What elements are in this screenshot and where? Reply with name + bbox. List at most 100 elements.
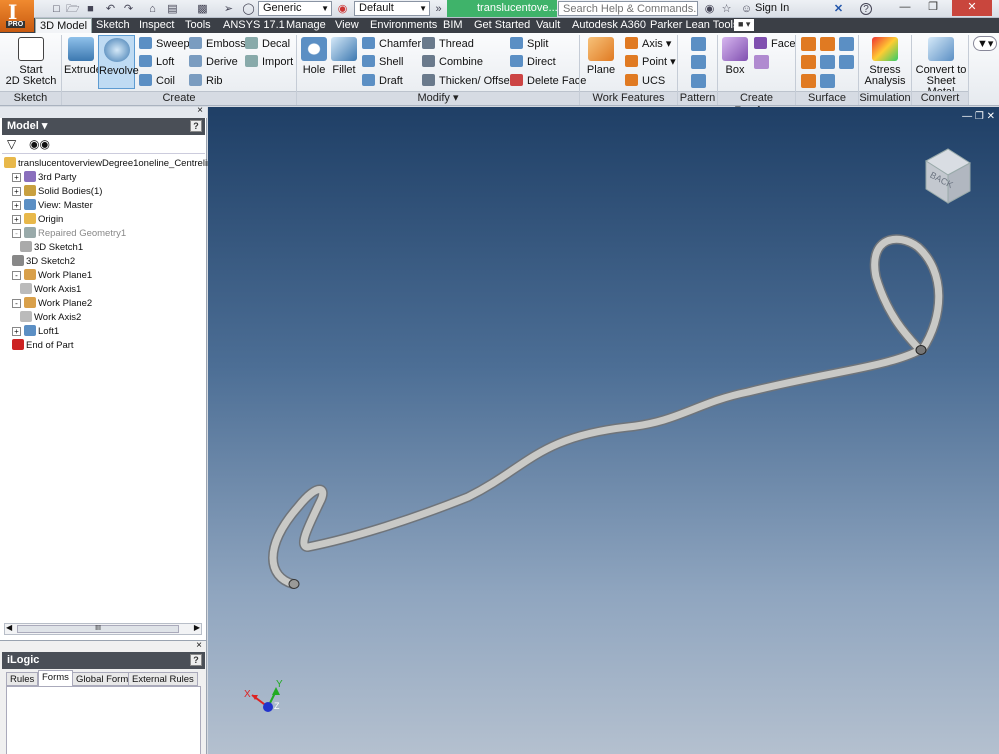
horizontal-scrollbar[interactable]: ◀ III ▶ [4, 623, 202, 635]
tree-item[interactable]: + Origin [12, 213, 63, 227]
rib-button[interactable]: Rib [189, 74, 223, 89]
tab-manage[interactable]: Manage [286, 18, 326, 33]
repair-icon[interactable] [801, 74, 816, 88]
axis-button[interactable]: Axis ▾ [625, 37, 671, 52]
help-button[interactable]: ? [860, 3, 872, 15]
tab-environments[interactable]: Environments [370, 18, 437, 33]
tree-item[interactable]: - Work Plane1 [12, 269, 92, 283]
save-icon[interactable]: ■ [84, 3, 97, 15]
close-icon[interactable]: × [196, 640, 202, 651]
extend-icon[interactable] [820, 55, 835, 69]
tree-item[interactable]: - Work Plane2 [12, 297, 92, 311]
exchange-apps-icon[interactable]: ✕ [832, 3, 845, 15]
extrude-button[interactable]: Extrude [64, 35, 102, 89]
sculpt-icon[interactable] [820, 37, 835, 51]
tree-item[interactable]: + Solid Bodies(1) [12, 185, 102, 199]
undo-icon[interactable]: ↶ [104, 3, 117, 15]
chamfer-button[interactable]: Chamfer [362, 37, 421, 52]
expand-icon[interactable]: + [12, 327, 21, 336]
tab-forms[interactable]: Forms [38, 670, 73, 686]
graphics-viewport[interactable]: — ❐ ✕ BACK X Y Z [208, 107, 999, 754]
app-logo-button[interactable]: I PRO [0, 0, 34, 32]
sweep-button[interactable]: Sweep [139, 37, 190, 52]
scroll-right-icon[interactable]: ▶ [194, 623, 200, 632]
ribbon-customize-button[interactable]: ▼▾ [973, 36, 998, 51]
loft-button[interactable]: Loft [139, 55, 174, 70]
tree-item[interactable]: 3D Sketch2 [12, 255, 75, 269]
tab-3d-model[interactable]: 3D Model [35, 18, 93, 33]
tab-tools[interactable]: Tools [185, 18, 211, 33]
delete-face-button[interactable]: Delete Face [510, 74, 586, 89]
stitch-icon[interactable] [801, 37, 816, 51]
close-button[interactable]: ✕ [952, 0, 992, 16]
plane-button[interactable]: Plane [584, 35, 618, 89]
coil-button[interactable]: Coil [139, 74, 175, 89]
tree-item[interactable]: Work Axis2 [20, 311, 81, 325]
draft-button[interactable]: Draft [362, 74, 403, 89]
tab-external-rules[interactable]: External Rules [128, 672, 198, 686]
freeform-face-button[interactable]: Face [754, 37, 795, 52]
help-button[interactable]: ? [190, 120, 202, 132]
split-button[interactable]: Split [510, 37, 548, 52]
collapse-icon[interactable]: - [12, 229, 21, 238]
tab-rules[interactable]: Rules [6, 672, 39, 686]
collapse-icon[interactable]: - [12, 299, 21, 308]
help-search-input[interactable] [558, 1, 698, 16]
expand-icon[interactable]: + [12, 201, 21, 210]
tab-vault[interactable]: Vault [536, 18, 560, 33]
binoculars-icon[interactable]: ◉◉ [29, 137, 50, 151]
shell-button[interactable]: Shell [362, 55, 403, 70]
tab-ansys[interactable]: ANSYS 17.1 [223, 18, 285, 33]
binoculars-icon[interactable]: ◉ [703, 3, 716, 15]
filter-icon[interactable]: ▽ [7, 137, 16, 151]
collapse-icon[interactable]: - [12, 271, 21, 280]
tab-parker-lean-tools[interactable]: Parker Lean Tools [650, 18, 738, 33]
stress-analysis-button[interactable]: Stress Analysis [862, 35, 908, 89]
tab-view[interactable]: View [335, 18, 359, 33]
home-icon[interactable]: ⌂ [146, 3, 159, 15]
expand-icon[interactable]: + [12, 173, 21, 182]
scrollbar-thumb[interactable]: III [17, 625, 179, 633]
import-button[interactable]: Import [245, 55, 293, 70]
tab-sketch[interactable]: Sketch [96, 18, 130, 33]
tab-inspect[interactable]: Inspect [139, 18, 174, 33]
select-priority-icon[interactable]: ➢ [222, 3, 235, 15]
close-icon[interactable]: × [197, 105, 203, 116]
replace-face-icon[interactable] [839, 55, 854, 69]
model-browser-header[interactable]: Model ▾ ? [2, 118, 205, 135]
tab-autodesk-a360[interactable]: Autodesk A360 [572, 18, 646, 33]
overflow-chevron-icon[interactable]: » [432, 3, 445, 15]
patch-icon[interactable] [839, 37, 854, 51]
thread-button[interactable]: Thread [422, 37, 474, 52]
ribbon-options-button[interactable]: ■ ▾ [734, 19, 755, 31]
ucs-button[interactable]: UCS [625, 74, 665, 89]
tree-item[interactable]: + View: Master [12, 199, 93, 213]
tree-item[interactable]: - Repaired Geometry1 [12, 227, 126, 241]
mirror-icon[interactable] [691, 74, 706, 88]
tree-item[interactable]: + Loft1 [12, 325, 59, 339]
viewcube[interactable]: BACK [918, 147, 978, 207]
hole-button[interactable]: Hole [300, 35, 328, 89]
derive-button[interactable]: Derive [189, 55, 238, 70]
favorite-star-icon[interactable]: ☆ [720, 3, 733, 15]
fit-mesh-icon[interactable] [820, 74, 835, 88]
sign-in-link[interactable]: Sign In [755, 2, 789, 14]
redo-icon[interactable]: ↷ [122, 3, 135, 15]
tree-item[interactable]: Work Axis1 [20, 283, 81, 297]
panel-footer-modify[interactable]: Modify ▾ [297, 91, 579, 105]
document-tab[interactable]: translucentove... [447, 0, 558, 17]
start-2d-sketch-button[interactable]: Start 2D Sketch [4, 35, 58, 89]
circular-pattern-icon[interactable] [691, 55, 706, 69]
measure-icon[interactable]: ◯ [242, 3, 255, 15]
decal-button[interactable]: Decal [245, 37, 290, 52]
update-icon[interactable]: ▩ [196, 3, 209, 15]
open-folder-icon[interactable]: 🗁 [66, 3, 80, 15]
expand-icon[interactable]: + [12, 215, 21, 224]
tree-item[interactable]: +3rd Party [12, 171, 77, 185]
tree-item[interactable]: 3D Sketch1 [20, 241, 83, 255]
revolve-button[interactable]: Revolve [98, 35, 139, 89]
tab-bim[interactable]: BIM [443, 18, 463, 33]
convert-to-sheet-metal-button[interactable]: Convert to Sheet Metal [913, 35, 969, 98]
material-select[interactable]: Generic ▼ [258, 1, 332, 16]
print-icon[interactable]: ▤ [166, 3, 179, 15]
